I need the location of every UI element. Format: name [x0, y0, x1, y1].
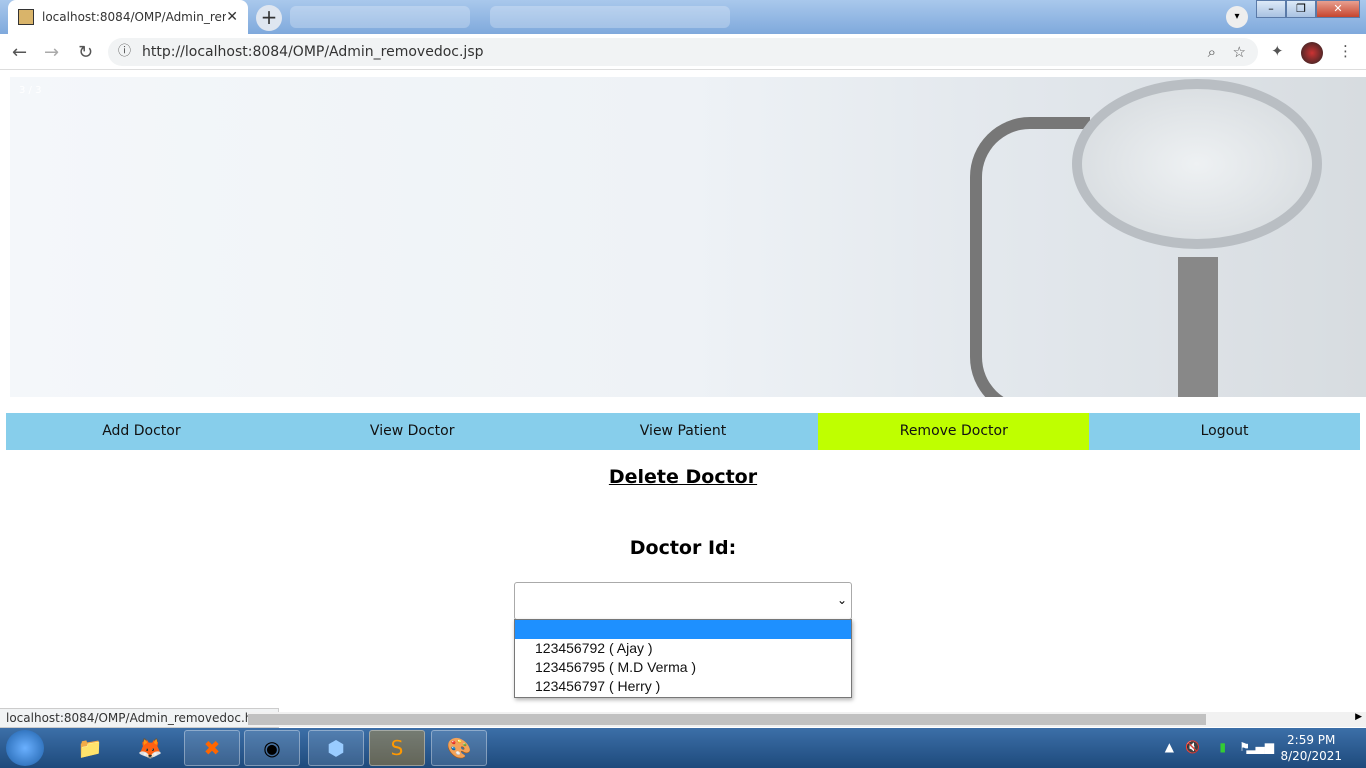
tomcat-favicon-icon: [18, 9, 34, 25]
menu-view-patient[interactable]: View Patient: [548, 413, 819, 450]
option-doctor[interactable]: 123456795 ( M.D Verma ): [515, 658, 851, 677]
extensions-icon[interactable]: ✦: [1271, 42, 1284, 60]
menu-remove-doctor[interactable]: Remove Doctor: [818, 413, 1090, 450]
doctor-id-label: Doctor Id:: [629, 537, 737, 559]
minimize-button[interactable]: –: [1256, 0, 1286, 18]
site-info-icon[interactable]: ⓘ: [118, 38, 131, 66]
browser-tab-strip: localhost:8084/OMP/Admin_rem ✕ + ▾ – ❐ ✕: [0, 0, 1366, 34]
back-icon[interactable]: ←: [12, 42, 27, 63]
virtualbox-icon[interactable]: ⬢: [308, 730, 364, 766]
close-window-button[interactable]: ✕: [1316, 0, 1360, 18]
menu-logout[interactable]: Logout: [1089, 413, 1360, 450]
scrollbar-thumb[interactable]: [248, 714, 1206, 725]
status-bar-url: localhost:8084/OMP/Admin_removedoc.html: [0, 708, 280, 728]
clock-time: 2:59 PM: [1287, 733, 1336, 747]
new-tab-button[interactable]: +: [256, 5, 282, 31]
file-explorer-icon[interactable]: 📁: [62, 730, 118, 766]
slide-counter: 3 / 3: [19, 85, 42, 96]
menu-view-doctor[interactable]: View Doctor: [277, 413, 548, 450]
forward-icon[interactable]: →: [44, 42, 59, 63]
stethoscope-chestpiece: [1072, 79, 1322, 249]
menu-add-doctor[interactable]: Add Doctor: [6, 413, 277, 450]
clock-date: 8/20/2021: [1280, 749, 1342, 763]
background-tab[interactable]: [490, 6, 730, 28]
active-tab[interactable]: localhost:8084/OMP/Admin_rem ✕: [8, 0, 248, 34]
chrome-icon[interactable]: ◉: [244, 730, 300, 766]
page-title: Delete Doctor: [608, 466, 758, 488]
admin-menu: Add Doctor View Doctor View Patient Remo…: [6, 413, 1360, 450]
show-hidden-icons[interactable]: ▲: [1165, 740, 1174, 754]
maximize-button[interactable]: ❐: [1286, 0, 1316, 18]
doctor-id-select[interactable]: ⌄: [514, 582, 852, 620]
windows-taskbar: 📁 🦊 ✖ ◉ ⬢ S 🎨 ▲ 🔇 ▮ ⚑ ▂▄▆ 2:59 PM 8/20/2…: [0, 728, 1366, 768]
tab-search-icon[interactable]: ▾: [1226, 6, 1248, 28]
address-bar[interactable]: ⓘ http://localhost:8084/OMP/Admin_remove…: [108, 38, 1258, 66]
start-button[interactable]: [6, 730, 44, 766]
hero-slider-image: 3 / 3: [10, 77, 1366, 397]
horizontal-scrollbar[interactable]: ▶: [248, 712, 1366, 727]
paint-icon[interactable]: 🎨: [431, 730, 487, 766]
option-doctor[interactable]: 123456797 ( Herry ): [515, 677, 851, 696]
network-signal-icon[interactable]: ▮: [1219, 740, 1226, 754]
option-doctor[interactable]: 123456792 ( Ajay ): [515, 639, 851, 658]
volume-muted-icon[interactable]: 🔇: [1185, 740, 1200, 754]
profile-avatar[interactable]: [1301, 42, 1323, 64]
xampp-icon[interactable]: ✖: [184, 730, 240, 766]
chevron-down-icon: ⌄: [836, 593, 847, 607]
wifi-signal-icon[interactable]: ▂▄▆: [1246, 740, 1274, 754]
background-tab[interactable]: [290, 6, 470, 28]
sublime-text-icon[interactable]: S: [369, 730, 425, 766]
doctor-id-options: 123456792 ( Ajay ) 123456795 ( M.D Verma…: [514, 619, 852, 698]
reload-icon[interactable]: ↻: [78, 42, 93, 63]
system-clock[interactable]: 2:59 PM 8/20/2021: [1280, 732, 1342, 764]
menu-kebab-icon[interactable]: ⋮: [1338, 42, 1353, 60]
firefox-icon[interactable]: 🦊: [122, 730, 178, 766]
tab-title: localhost:8084/OMP/Admin_rem: [42, 10, 227, 24]
close-tab-icon[interactable]: ✕: [226, 9, 238, 25]
bookmark-star-icon[interactable]: ☆: [1233, 38, 1246, 66]
browser-toolbar: ← → ↻ ⓘ http://localhost:8084/OMP/Admin_…: [0, 34, 1366, 70]
zoom-icon[interactable]: ⌕: [1208, 38, 1216, 66]
url-text: http://localhost:8084/OMP/Admin_removedo…: [142, 44, 484, 60]
stethoscope-stem: [1178, 257, 1218, 397]
scroll-right-icon[interactable]: ▶: [1355, 712, 1362, 722]
option-empty[interactable]: [515, 620, 851, 639]
